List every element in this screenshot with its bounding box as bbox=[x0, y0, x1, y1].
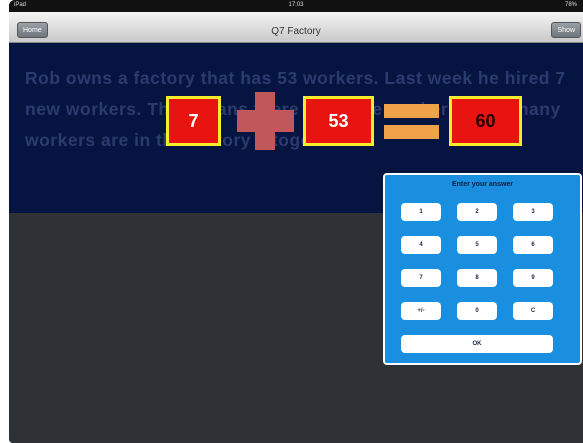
key-clear[interactable]: C bbox=[513, 302, 553, 320]
key-9[interactable]: 9 bbox=[513, 269, 553, 287]
answer-box: 60 bbox=[449, 96, 522, 146]
addend-box-2: 53 bbox=[303, 96, 374, 146]
status-bar: iPad 17:03 78% bbox=[9, 0, 583, 12]
ipad-screen: iPad 17:03 78% Home Q7 Factory Show Rob … bbox=[9, 0, 583, 443]
key-5[interactable]: 5 bbox=[457, 236, 497, 254]
key-7[interactable]: 7 bbox=[401, 269, 441, 287]
ok-button[interactable]: OK bbox=[401, 335, 553, 353]
key-plus-minus[interactable]: +/- bbox=[401, 302, 441, 320]
key-1[interactable]: 1 bbox=[401, 203, 441, 221]
equals-icon bbox=[384, 104, 439, 118]
addend-box-1: 7 bbox=[166, 96, 221, 146]
key-0[interactable]: 0 bbox=[457, 302, 497, 320]
plus-icon-stem bbox=[255, 92, 275, 150]
key-3[interactable]: 3 bbox=[513, 203, 553, 221]
show-button[interactable]: Show bbox=[551, 22, 581, 38]
status-battery: 78% bbox=[564, 2, 577, 8]
answer-keypad: Enter your answer 1 2 3 4 5 6 7 8 9 +/- … bbox=[383, 173, 582, 365]
key-6[interactable]: 6 bbox=[513, 236, 553, 254]
key-4[interactable]: 4 bbox=[401, 236, 441, 254]
navigation-bar: Home Q7 Factory Show bbox=[9, 12, 583, 43]
key-8[interactable]: 8 bbox=[457, 269, 497, 287]
keypad-title: Enter your answer bbox=[451, 181, 514, 188]
page-title: Q7 Factory bbox=[271, 26, 321, 37]
key-2[interactable]: 2 bbox=[457, 203, 497, 221]
status-time: 17:03 bbox=[288, 2, 304, 8]
equals-icon-lower bbox=[384, 125, 439, 139]
